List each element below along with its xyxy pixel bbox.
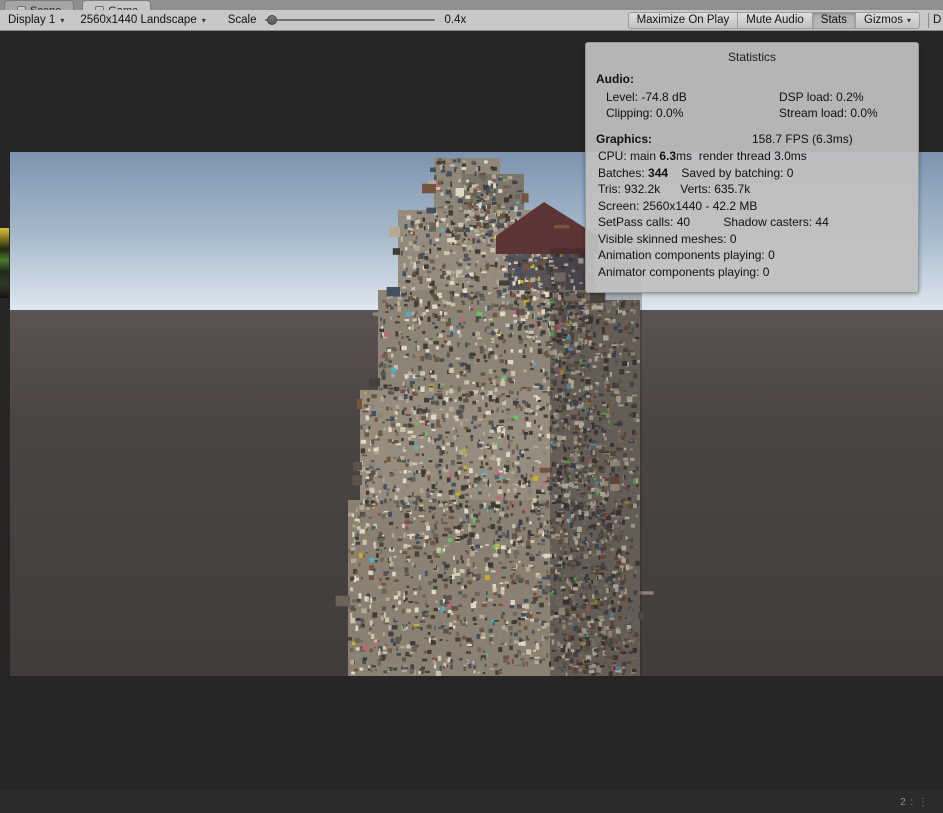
- scale-slider-track: [264, 19, 435, 21]
- graphics-line: Screen: 2560x1440 - 42.2 MB: [598, 198, 758, 213]
- maximize-on-play-button[interactable]: Maximize On Play: [627, 11, 739, 29]
- toolbar-separator: [928, 12, 929, 28]
- graphics-line: CPU: main 6.3ms render thread 3.0ms: [598, 149, 807, 163]
- display-dropdown[interactable]: Display 1 ▾: [0, 10, 72, 30]
- audio-header: Audio:: [596, 72, 634, 86]
- stats-title: Statistics: [727, 50, 776, 64]
- game-view-toolbar: Display 1 ▾ 2560x1440 Landscape ▾ Scale …: [0, 10, 943, 31]
- resolution-dropdown[interactable]: 2560x1440 Landscape ▾: [72, 10, 213, 30]
- status-corner: 2 : ⋮: [900, 797, 929, 808]
- chevron-down-icon: ▾: [906, 15, 911, 25]
- game-area: Statistics Audio: Level: -74.8 dB DSP loa…: [0, 31, 943, 813]
- stats-panel: Statistics Audio: Level: -74.8 dB DSP loa…: [585, 42, 919, 293]
- graphics-lines: CPU: main 6.3ms render thread 3.0ms Batch…: [594, 148, 910, 280]
- scale-slider-knob[interactable]: [266, 15, 277, 25]
- scale-label: Scale: [227, 14, 257, 26]
- graphics-line: Animator components playing: 0: [598, 264, 770, 279]
- gizmos-dropdown[interactable]: Gizmos ▾: [856, 11, 920, 29]
- clipped-panel-label: D: [933, 14, 942, 26]
- stats-label: Stats: [820, 14, 847, 26]
- scale-slider[interactable]: [264, 13, 435, 27]
- maximize-on-play-label: Maximize On Play: [636, 14, 730, 26]
- mute-audio-label: Mute Audio: [746, 14, 804, 26]
- stats-button[interactable]: Stats: [812, 11, 856, 29]
- audio-row: Clipping: 0.0% Stream load: 0.0%: [606, 106, 878, 120]
- chevron-down-icon: ▾: [201, 15, 206, 25]
- chevron-down-icon: ▾: [60, 15, 65, 25]
- gizmos-label: Gizmos: [864, 14, 903, 26]
- display-dropdown-label: Display 1: [8, 14, 56, 26]
- graphics-header: Graphics:: [596, 132, 653, 146]
- scene-edge-object: [0, 228, 9, 298]
- editor-tab-strip: Scene Game: [0, 0, 943, 10]
- fps-readout: 158.7 FPS (6.3ms): [752, 132, 853, 146]
- graphics-line: SetPass calls: 40 Shadow casters: 44: [598, 215, 829, 229]
- tab-scene[interactable]: Scene: [4, 0, 75, 10]
- graphics-line: Animation components playing: 0: [598, 248, 775, 262]
- graphics-line: Batches: 344 Saved by batching: 0: [598, 165, 794, 180]
- toolbar-button-group: Maximize On Play Mute Audio Stats Gizmos…: [627, 11, 920, 29]
- mute-audio-button[interactable]: Mute Audio: [738, 11, 813, 29]
- audio-row: Level: -74.8 dB DSP load: 0.2%: [606, 90, 864, 104]
- graphics-line: Tris: 932.2k Verts: 635.7k: [598, 182, 751, 196]
- unity-game-view-window: Scene Game Display 1 ▾ 2560x1440 Landsca…: [0, 0, 943, 813]
- scale-value: 0.4x: [444, 14, 467, 26]
- bottom-strip: [0, 790, 943, 813]
- resolution-dropdown-label: 2560x1440 Landscape: [80, 14, 197, 26]
- tab-game[interactable]: Game: [82, 0, 152, 10]
- audio-rows: Level: -74.8 dB DSP load: 0.2% Clipping: 0…: [594, 89, 910, 121]
- graphics-header-row: Graphics: 158.7 FPS (6.3ms): [594, 132, 910, 146]
- graphics-line: Visible skinned meshes: 0: [598, 231, 737, 246]
